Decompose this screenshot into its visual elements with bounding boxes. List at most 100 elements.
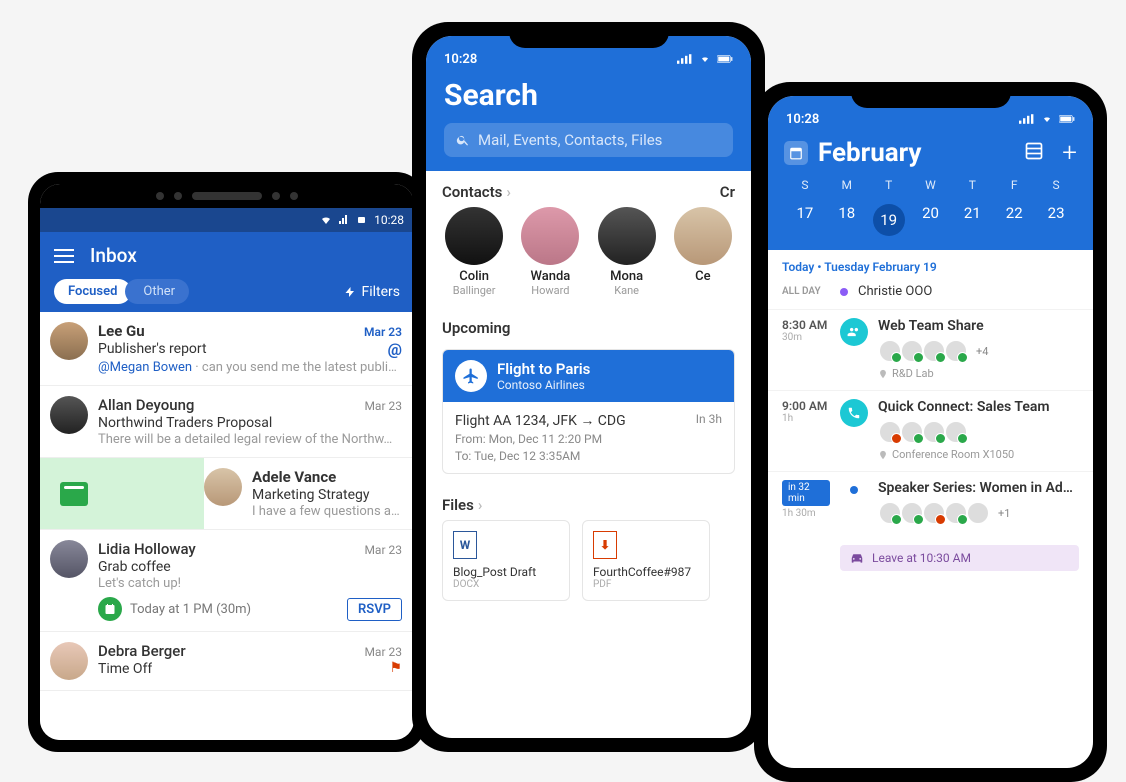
search-placeholder: Mail, Events, Contacts, Files: [478, 131, 662, 149]
attendees: [878, 420, 1079, 444]
mail-item[interactable]: Lidia Holloway Mar 23 Grab coffee Let's …: [40, 530, 414, 632]
event-title: Quick Connect: Sales Team: [878, 399, 1079, 415]
calendar-date[interactable]: 20: [910, 198, 952, 242]
mail-subject: Time Off: [98, 661, 152, 677]
avatar: [521, 207, 579, 265]
calendar-date[interactable]: 23: [1035, 198, 1077, 242]
mail-date: Mar 23: [364, 645, 402, 659]
calendar-event[interactable]: 8:30 AM30m Web Team Share +4 R&D Lab: [768, 309, 1093, 390]
mail-sender: Allan Deyoung: [98, 396, 194, 414]
rsvp-button[interactable]: RSVP: [347, 598, 402, 621]
mail-subject: Grab coffee: [98, 559, 402, 575]
menu-icon[interactable]: [54, 249, 74, 263]
flight-title: Flight to Paris: [497, 360, 590, 378]
plane-icon: [455, 360, 487, 392]
status-bar: 10:28: [40, 208, 414, 232]
contact-card[interactable]: Mona Kane: [595, 207, 659, 297]
word-icon: W: [453, 531, 477, 559]
rsvp-time: Today at 1 PM (30m): [130, 602, 251, 617]
mail-sender: Debra Berger: [98, 642, 186, 660]
location-icon: [878, 450, 888, 460]
avatar: [445, 207, 503, 265]
file-card[interactable]: W Blog_Post Draft DOCX: [442, 520, 570, 601]
calendar-date[interactable]: 19: [868, 198, 910, 242]
bolt-icon: [344, 286, 356, 298]
battery-icon: [356, 214, 368, 226]
status-time: 10:28: [374, 213, 404, 227]
mail-date: Mar 23: [364, 399, 402, 413]
contacts-row[interactable]: Colin Ballinger Wanda Howard Mona Kane C…: [426, 207, 751, 307]
status-time: 10:28: [444, 52, 477, 67]
avatar: [50, 540, 88, 578]
status-time: 10:28: [786, 112, 819, 127]
upcoming-header: Upcoming: [442, 319, 510, 337]
iphone-search: 10:28 Search Mail, Events, Contacts, Fil…: [412, 22, 765, 752]
mail-item-swiped[interactable]: Adele Vance Marketing Strategy I have a …: [40, 458, 414, 530]
contact-card[interactable]: Colin Ballinger: [442, 207, 506, 297]
attendees: +4: [878, 339, 1079, 363]
chevron-right-icon: ›: [506, 183, 511, 201]
mail-preview: There will be a detailed legal review of…: [98, 432, 402, 447]
file-card[interactable]: ⬇ FourthCoffee#987 PDF: [582, 520, 710, 601]
event-title: Speaker Series: Women in Adver…: [878, 480, 1079, 496]
calendar-date[interactable]: 22: [993, 198, 1035, 242]
archive-action[interactable]: [40, 458, 108, 529]
phone-icon: [840, 399, 868, 427]
android-phone: 10:28 Inbox Focused Other Filters: [28, 172, 426, 752]
mention-icon: @: [388, 340, 402, 359]
chevron-right-icon: ›: [478, 496, 483, 514]
wifi-icon: [697, 53, 713, 65]
contacts-header[interactable]: Contacts: [442, 183, 502, 201]
pdf-icon: ⬇: [593, 531, 617, 559]
calendar-date[interactable]: 17: [784, 198, 826, 242]
date-row[interactable]: 17181920212223: [784, 198, 1077, 242]
leave-banner[interactable]: Leave at 10:30 AM: [840, 545, 1079, 571]
mail-subject: Publisher's report: [98, 341, 207, 359]
archive-icon: [60, 482, 88, 506]
contact-card[interactable]: Ce: [671, 207, 735, 297]
month-title[interactable]: February: [818, 138, 1014, 168]
mail-item[interactable]: Allan Deyoung Mar 23 Northwind Traders P…: [40, 386, 414, 458]
mail-date: Mar 23: [364, 325, 402, 339]
contacts-right-label: Cr: [720, 183, 735, 201]
weekday-row: SMTWTFS: [784, 178, 1077, 192]
attendees: +1: [878, 501, 1079, 525]
mail-item[interactable]: Lee Gu Mar 23 Publisher's report @ @Mega…: [40, 312, 414, 386]
mail-item[interactable]: Debra Berger Mar 23 Time Off ⚑: [40, 632, 414, 691]
signal-icon: [677, 53, 693, 65]
mail-mention: @Megan Bowen: [98, 360, 192, 375]
contact-card[interactable]: Wanda Howard: [518, 207, 582, 297]
people-icon: [840, 318, 868, 346]
files-header[interactable]: Files: [442, 496, 474, 514]
avatar: [50, 642, 88, 680]
mail-list[interactable]: Lee Gu Mar 23 Publisher's report @ @Mega…: [40, 312, 414, 740]
calendar-icon[interactable]: [784, 141, 808, 165]
mail-subject: Marketing Strategy: [252, 487, 402, 503]
search-icon: [456, 133, 470, 147]
mail-preview: Let's catch up!: [98, 576, 402, 591]
upcoming-card[interactable]: Flight to Paris Contoso Airlines Flight …: [442, 349, 735, 474]
allday-dot: [840, 288, 848, 296]
flight-eta: In 3h: [696, 412, 722, 429]
tab-focused[interactable]: Focused: [54, 279, 131, 304]
allday-event[interactable]: Christie OOO: [858, 284, 932, 299]
calendar-date[interactable]: 18: [826, 198, 868, 242]
wifi-icon: [1039, 113, 1055, 125]
flag-icon: ⚑: [389, 660, 402, 677]
tab-other[interactable]: Other: [125, 279, 189, 304]
battery-icon: [1059, 113, 1075, 125]
location-icon: [878, 369, 888, 379]
flight-from: From: Mon, Dec 11 2:20 PM: [455, 432, 722, 446]
calendar-event[interactable]: in 32 min 1:00 PM 1h 30m Speaker Series:…: [768, 471, 1093, 539]
calendar-date[interactable]: 21: [951, 198, 993, 242]
mail-date: Mar 23: [364, 543, 402, 557]
calendar-event[interactable]: 9:00 AM1h Quick Connect: Sales Team Conf…: [768, 390, 1093, 471]
event-icon: [98, 597, 122, 621]
filters-button[interactable]: Filters: [344, 284, 400, 300]
notch: [509, 22, 669, 48]
search-input[interactable]: Mail, Events, Contacts, Files: [444, 123, 733, 157]
agenda-view-icon[interactable]: [1024, 141, 1044, 165]
avatar: [204, 468, 242, 506]
flight-airline: Contoso Airlines: [497, 378, 590, 392]
add-event-button[interactable]: +: [1062, 138, 1077, 168]
